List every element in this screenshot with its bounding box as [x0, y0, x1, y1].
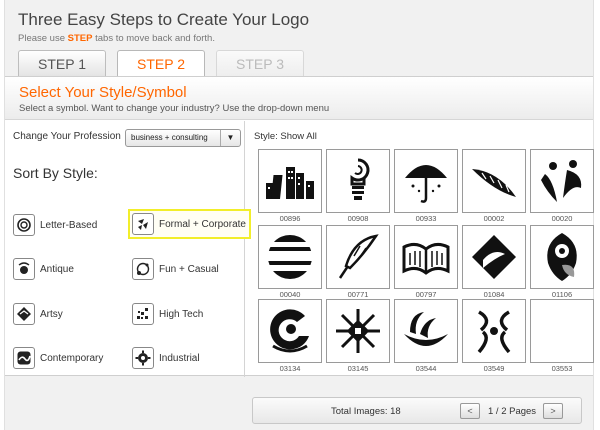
symbol-number: 03553 [551, 364, 573, 373]
profession-label: Change Your Profession [13, 131, 121, 142]
two-figures-icon[interactable] [530, 149, 594, 213]
symbol-number: 01084 [483, 290, 505, 299]
tab-step-2[interactable]: STEP 2 [117, 50, 205, 77]
symbol-number: 00933 [415, 214, 437, 223]
style-label: Industrial [159, 352, 200, 364]
symbol-thumb[interactable]: 01106 [530, 225, 594, 299]
symbol-number: 00002 [483, 214, 505, 223]
formal-corporate-icon [132, 213, 154, 235]
profession-selected-value: business + consulting [131, 133, 208, 142]
chevron-right-icon[interactable]: > [543, 403, 563, 419]
blank-icon[interactable] [530, 299, 594, 363]
style-label: Formal + Corporate [159, 218, 246, 230]
section-title: Select Your Style/Symbol [19, 84, 187, 101]
symbol-thumb[interactable]: 00771 [326, 225, 390, 299]
symbol-thumb[interactable]: 03549 [462, 299, 526, 373]
symbol-thumb[interactable]: 00908 [326, 149, 390, 223]
symbol-thumb[interactable]: 03544 [394, 299, 458, 373]
chevron-left-icon[interactable]: < [460, 403, 480, 419]
style-artsy[interactable]: Artsy [13, 301, 63, 327]
symbol-number: 03145 [347, 364, 369, 373]
page-subtitle: Please use STEP tabs to move back and fo… [18, 33, 215, 44]
partial-circle-icon[interactable] [258, 299, 322, 363]
tab-step-1[interactable]: STEP 1 [18, 50, 106, 76]
striped-circle-icon[interactable] [258, 225, 322, 289]
style-symbol-panel: Select Your Style/Symbol Select a symbol… [5, 76, 594, 377]
swirl-shield-icon[interactable] [530, 225, 594, 289]
letter-based-icon [13, 214, 35, 236]
style-label: Contemporary [40, 352, 104, 364]
gallery-filter-label: Style: Show All [254, 131, 317, 142]
city-buildings-icon[interactable] [258, 149, 322, 213]
antique-icon [13, 258, 35, 280]
artsy-icon [13, 303, 35, 325]
style-fun-casual[interactable]: Fun + Casual [132, 256, 219, 282]
feather-leaf-icon[interactable] [462, 149, 526, 213]
total-images: Total Images: 18 [331, 406, 401, 417]
page-header: Three Easy Steps to Create Your Logo [18, 10, 309, 30]
section-description: Select a symbol. Want to change your ind… [19, 103, 330, 114]
high-tech-icon [132, 303, 154, 325]
open-book-icon[interactable] [394, 225, 458, 289]
symbol-thumb[interactable]: 00020 [530, 149, 594, 223]
lightbulb-swirl-icon[interactable] [326, 149, 390, 213]
symbol-number: 01106 [551, 290, 573, 299]
wave-bowl-icon[interactable] [394, 299, 458, 363]
triangle-down-icon[interactable]: ▼ [220, 130, 240, 146]
sort-by-style-title: Sort By Style: [13, 165, 98, 181]
symbol-number: 03549 [483, 364, 505, 373]
symbol-number: 03544 [415, 364, 437, 373]
industrial-icon [132, 347, 154, 369]
symbol-thumb[interactable]: 03134 [258, 299, 322, 373]
style-antique[interactable]: Antique [13, 256, 74, 282]
folded-square-icon[interactable] [462, 225, 526, 289]
style-label: High Tech [159, 308, 204, 320]
symbol-thumb[interactable]: 00797 [394, 225, 458, 299]
umbrella-icon[interactable] [394, 149, 458, 213]
style-industrial[interactable]: Industrial [132, 345, 200, 371]
fun-casual-icon [132, 258, 154, 280]
style-label: Fun + Casual [159, 263, 219, 275]
symbol-number: 03134 [279, 364, 301, 373]
arc-figure-icon[interactable] [462, 299, 526, 363]
tab-step-3: STEP 3 [216, 50, 304, 76]
style-label: Antique [40, 263, 74, 275]
symbol-thumb[interactable]: 00002 [462, 149, 526, 223]
style-formal-corporate[interactable]: Formal + Corporate [128, 209, 251, 239]
symbol-thumb[interactable]: 03553 [530, 299, 594, 373]
subtitle-step-highlight: STEP [67, 33, 93, 44]
page-indicator: 1 / 2 Pages [488, 406, 537, 417]
symbol-number: 00771 [347, 290, 369, 299]
subtitle-text-post: tabs to move back and forth. [92, 33, 215, 44]
section-header: Select Your Style/Symbol Select a symbol… [5, 77, 593, 120]
style-label: Artsy [40, 308, 63, 320]
contemporary-icon [13, 347, 35, 369]
style-letter-based[interactable]: Letter-Based [13, 212, 97, 238]
pagination-bar: Total Images: 18 < 1 / 2 Pages > [252, 397, 582, 424]
symbol-thumb[interactable]: 00896 [258, 149, 322, 223]
symbol-number: 00908 [347, 214, 369, 223]
style-contemporary[interactable]: Contemporary [13, 345, 103, 371]
profession-select[interactable]: business + consulting ▼ [125, 129, 241, 147]
symbol-number: 00896 [279, 214, 301, 223]
symbol-thumb[interactable]: 00933 [394, 149, 458, 223]
symbol-thumb[interactable]: 01084 [462, 225, 526, 299]
symbol-number: 00040 [279, 290, 301, 299]
style-high-tech[interactable]: High Tech [132, 301, 203, 327]
page-title: Three Easy Steps to Create Your Logo [18, 10, 310, 29]
symbol-number: 00797 [415, 290, 437, 299]
symbol-gallery: Style: Show All 00896 00908 00933 00002 [252, 121, 594, 377]
symbol-thumb[interactable]: 03145 [326, 299, 390, 373]
quill-pen-icon[interactable] [326, 225, 390, 289]
symbol-number: 00020 [551, 214, 573, 223]
style-label: Letter-Based [40, 219, 98, 231]
sort-panel: Change Your Profession business + consul… [5, 121, 251, 377]
tribal-star-icon[interactable] [326, 299, 390, 363]
subtitle-text-pre: Please use [18, 33, 68, 44]
symbol-thumb[interactable]: 00040 [258, 225, 322, 299]
